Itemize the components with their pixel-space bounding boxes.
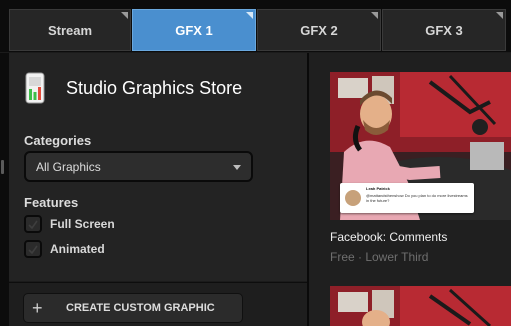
features-label: Features	[24, 195, 79, 210]
chevron-down-icon	[233, 165, 241, 170]
corner-arrow-icon[interactable]	[246, 12, 253, 19]
comment-text: @mattandsthenshow Do you plan to do more…	[366, 193, 468, 203]
checkmark-icon	[28, 220, 38, 229]
avatar	[345, 190, 361, 206]
podcast-studio-image	[330, 286, 511, 326]
graphic-thumbnail[interactable]: Leah Patrick @mattandsthenshow Do you pl…	[330, 72, 511, 220]
graphic-title[interactable]: Facebook: Comments	[330, 230, 447, 244]
checkmark-icon	[28, 245, 38, 254]
feature-full-screen[interactable]: Full Screen	[24, 215, 115, 233]
full-screen-label: Full Screen	[50, 217, 115, 231]
categories-selected-value: All Graphics	[36, 159, 101, 174]
sidebar-footer: + CREATE CUSTOM GRAPHIC	[9, 282, 307, 326]
create-button-label: CREATE CUSTOM GRAPHIC	[66, 302, 215, 314]
corner-arrow-icon[interactable]	[121, 12, 128, 19]
categories-dropdown[interactable]: All Graphics	[24, 151, 253, 182]
comment-author: Leah Patrick	[366, 186, 390, 191]
tab-stream[interactable]: Stream	[9, 9, 131, 51]
tab-bar: Stream GFX 1 GFX 2 GFX 3	[0, 0, 511, 52]
store-sidebar: Studio Graphics Store Categories All Gra…	[9, 53, 307, 281]
corner-arrow-icon[interactable]	[371, 12, 378, 19]
feature-animated[interactable]: Animated	[24, 240, 105, 258]
full-screen-checkbox[interactable]	[24, 215, 42, 233]
comment-lower-third-preview: Leah Patrick @mattandsthenshow Do you pl…	[340, 183, 474, 213]
tab-label: GFX 3	[425, 22, 463, 38]
plus-icon: +	[32, 298, 43, 318]
corner-arrow-icon[interactable]	[496, 12, 503, 19]
tab-label: GFX 1	[175, 22, 213, 38]
graphic-thumbnail[interactable]	[330, 286, 511, 326]
tab-label: GFX 2	[300, 22, 338, 38]
studio-store-icon	[25, 72, 45, 104]
create-custom-graphic-button[interactable]: + CREATE CUSTOM GRAPHIC	[23, 293, 243, 323]
animated-checkbox[interactable]	[24, 240, 42, 258]
graphic-meta: Free · Lower Third	[330, 250, 429, 264]
animated-label: Animated	[50, 242, 105, 256]
tab-gfx-1[interactable]: GFX 1	[132, 9, 256, 51]
tab-label: Stream	[47, 22, 93, 38]
categories-label: Categories	[24, 133, 92, 148]
resize-grip-icon[interactable]	[1, 160, 4, 174]
graphics-list[interactable]: Leah Patrick @mattandsthenshow Do you pl…	[309, 53, 511, 326]
store-title: Studio Graphics Store	[66, 78, 243, 98]
left-edge	[0, 53, 9, 326]
tab-gfx-2[interactable]: GFX 2	[257, 9, 381, 51]
tab-gfx-3[interactable]: GFX 3	[382, 9, 506, 51]
